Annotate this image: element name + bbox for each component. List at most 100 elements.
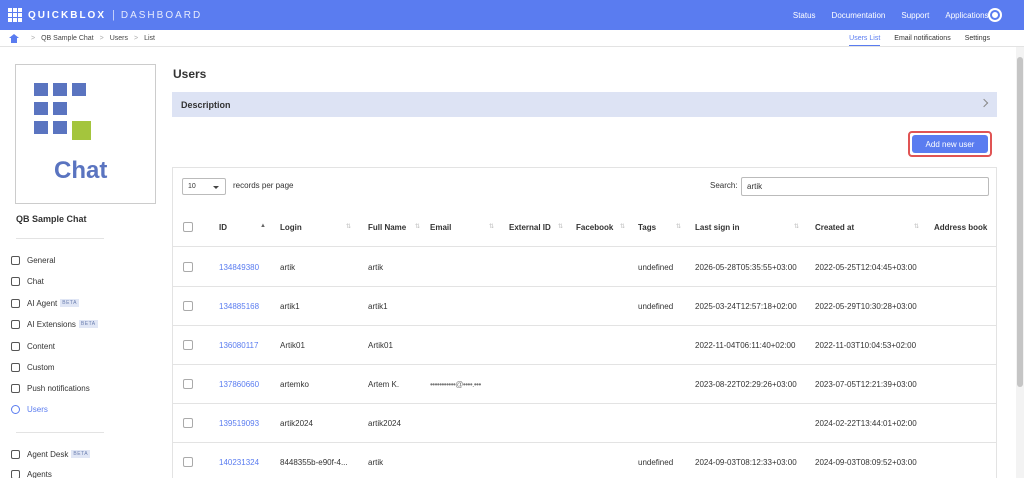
logo-grid-icon (8, 8, 22, 22)
logo-tile (53, 83, 67, 96)
user-last-sign-in: 2022-11-04T06:11:40+02:00 (695, 341, 796, 350)
row-checkbox[interactable] (183, 418, 193, 428)
column-header-created-at[interactable]: Created at (815, 223, 854, 232)
sort-icon[interactable]: ⇅ (489, 223, 494, 230)
user-created-at: 2023-07-05T12:21:39+03:00 (815, 380, 917, 389)
nav-status[interactable]: Status (793, 11, 816, 20)
page-scrollbar[interactable] (1016, 47, 1024, 478)
search-input[interactable] (741, 177, 989, 196)
nav-documentation[interactable]: Documentation (832, 11, 886, 20)
row-checkbox[interactable] (183, 379, 193, 389)
records-per-page-select[interactable]: 10 (182, 178, 226, 195)
tab-users-list[interactable]: Users List (849, 35, 881, 46)
user-login: 8448355b-e90f-4... (280, 458, 348, 467)
add-new-user-button[interactable]: Add new user (912, 135, 988, 153)
user-id-link[interactable]: 134885168 (219, 302, 259, 311)
description-accordion[interactable]: Description (172, 92, 997, 117)
breadcrumb-users[interactable]: Users (110, 35, 128, 42)
sidebar-item-ai-extensions[interactable]: AI Extensions BETA (11, 318, 98, 330)
tab-settings[interactable]: Settings (965, 35, 990, 42)
sort-asc-icon[interactable]: ▲ (260, 223, 266, 229)
user-id-link[interactable]: 140231324 (219, 458, 259, 467)
user-created-at: 2022-05-29T10:30:28+03:00 (815, 302, 917, 311)
top-navbar: QUICKBLOX | DASHBOARD Status Documentati… (0, 0, 1024, 30)
row-checkbox[interactable] (183, 262, 193, 272)
sidebar-item-label: Custom (27, 362, 55, 372)
quickblox-logo[interactable]: QUICKBLOX | DASHBOARD (8, 8, 202, 22)
sidebar-item-content[interactable]: Content (11, 340, 55, 352)
logo-tile (34, 83, 48, 96)
user-full-name: artik1 (368, 302, 388, 311)
sidebar-item-general[interactable]: General (11, 254, 55, 266)
breadcrumb-app[interactable]: QB Sample Chat (41, 35, 94, 42)
sort-icon[interactable]: ⇅ (620, 223, 625, 230)
nav-support[interactable]: Support (901, 11, 929, 20)
description-label: Description (181, 99, 231, 110)
sidebar-item-chat[interactable]: Chat (11, 275, 44, 287)
column-header-address-book[interactable]: Address book (934, 223, 987, 232)
sort-icon[interactable]: ⇅ (415, 223, 420, 230)
message-square-icon (11, 319, 20, 329)
tab-email-notifications[interactable]: Email notifications (894, 35, 950, 42)
sort-icon[interactable]: ⇅ (676, 223, 681, 230)
sort-icon[interactable]: ⇅ (914, 223, 919, 230)
table-row: 139519093 artik2024 artik2024 2024-02-22… (173, 404, 996, 443)
nav-applications-dropdown[interactable]: Applications (945, 11, 994, 20)
column-header-email[interactable]: Email (430, 223, 451, 232)
user-created-at: 2022-11-03T10:04:53+02:00 (815, 341, 917, 350)
sidebar-item-push-notifications[interactable]: Push notifications (11, 382, 90, 394)
page-title: Users (173, 67, 207, 81)
row-checkbox[interactable] (183, 457, 193, 467)
row-checkbox[interactable] (183, 340, 193, 350)
user-id-link[interactable]: 139519093 (219, 419, 259, 428)
sidebar-item-agent-desk[interactable]: Agent Desk BETA (11, 448, 91, 460)
chevron-right-icon: > (31, 34, 36, 42)
table-row: 134885168 artik1 artik1 undefined 2025-0… (173, 287, 996, 326)
sort-icon[interactable]: ⇅ (794, 223, 799, 230)
user-created-at: 2024-09-03T08:09:52+03:00 (815, 458, 917, 467)
sort-icon[interactable]: ⇅ (558, 223, 563, 230)
column-header-facebook[interactable]: Facebook (576, 223, 613, 232)
message-square-icon (11, 298, 20, 308)
chevron-right-icon: > (99, 34, 104, 42)
home-icon[interactable] (9, 33, 19, 43)
search-label: Search: (710, 181, 738, 190)
sidebar-item-users[interactable]: Users (11, 403, 48, 415)
sliders-icon (11, 362, 20, 372)
column-header-tags[interactable]: Tags (638, 223, 656, 232)
user-id-link[interactable]: 137860660 (219, 380, 259, 389)
user-full-name: artik (368, 263, 384, 272)
table-row: 134849380 artik artik undefined 2026-05-… (173, 248, 996, 287)
sidebar-item-label: AI Agent (27, 298, 58, 308)
scrollbar-thumb[interactable] (1017, 57, 1023, 387)
column-header-last-sign-in[interactable]: Last sign in (695, 223, 739, 232)
sidebar-item-custom[interactable]: Custom (11, 361, 55, 373)
table-row: 140231324 8448355b-e90f-4... artik undef… (173, 443, 996, 478)
logo-divider: | (112, 9, 115, 21)
table-header-row: ID ▲ Login ⇅ Full Name ⇅ Email ⇅ Externa… (173, 207, 996, 247)
user-tags: undefined (638, 302, 674, 311)
user-login: Artik01 (280, 341, 305, 350)
column-header-login[interactable]: Login (280, 223, 302, 232)
select-all-checkbox[interactable] (183, 222, 193, 232)
column-header-id[interactable]: ID (219, 223, 227, 232)
user-login: artik1 (280, 302, 300, 311)
sort-icon[interactable]: ⇅ (346, 223, 351, 230)
user-id-link[interactable]: 134849380 (219, 263, 259, 272)
app-logo-word: Chat (54, 157, 108, 184)
user-id-link[interactable]: 136080117 (219, 341, 258, 350)
sidebar-item-ai-agent[interactable]: AI Agent BETA (11, 297, 79, 309)
user-created-at: 2024-02-22T13:44:01+02:00 (815, 419, 917, 428)
users-subtabs: Users List Email notifications Settings (849, 30, 990, 47)
user-full-name: artik2024 (368, 419, 401, 428)
row-checkbox[interactable] (183, 301, 193, 311)
chevron-right-icon: > (134, 34, 139, 42)
column-header-full-name[interactable]: Full Name (368, 223, 406, 232)
user-account-icon[interactable] (988, 8, 1002, 22)
user-last-sign-in: 2025-03-24T12:57:18+02:00 (695, 302, 797, 311)
column-header-external-id[interactable]: External ID (509, 223, 551, 232)
sidebar-item-agents[interactable]: Agents (11, 468, 52, 478)
user-last-sign-in: 2023-08-22T02:29:26+03:00 (695, 380, 797, 389)
user-icon (11, 469, 20, 478)
user-login: artik2024 (280, 419, 313, 428)
